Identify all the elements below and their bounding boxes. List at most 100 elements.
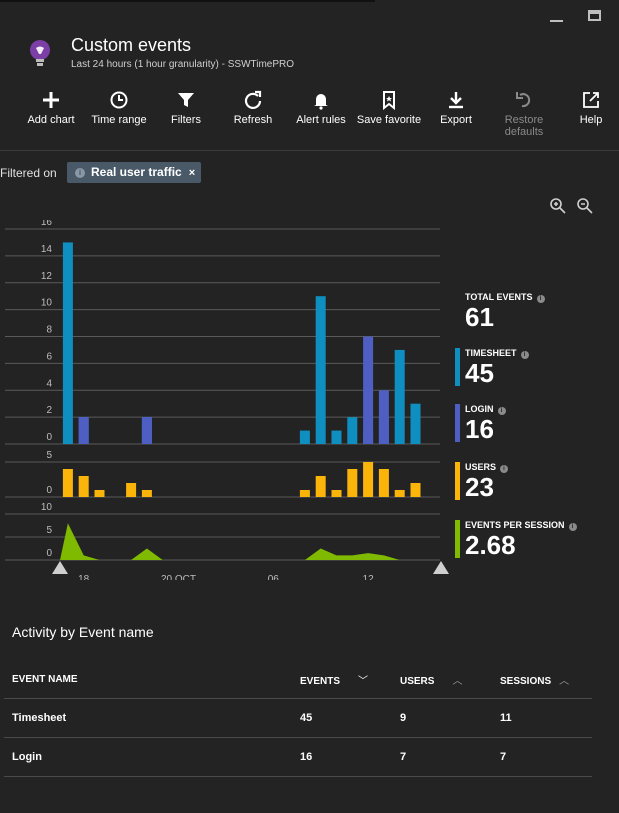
- save-favorite-label: Save favorite: [356, 114, 422, 126]
- y-tick-label: 6: [46, 351, 52, 362]
- cell-event-name: Login: [4, 737, 292, 777]
- column-events[interactable]: EVENTS ﹀: [292, 660, 392, 699]
- x-tick-label: 06: [268, 574, 280, 580]
- timesheet-color-bar: [455, 348, 460, 386]
- y-tick-label: 5: [46, 525, 52, 536]
- bell-icon: [286, 90, 356, 112]
- bar: [331, 430, 342, 444]
- eps-label: EVENTS PER SESSION: [465, 520, 565, 530]
- activity-table: EVENT NAME EVENTS ﹀ USERS ︿ SESSIONS ︿ Time…: [4, 660, 592, 777]
- bar: [141, 490, 152, 497]
- bar: [141, 417, 152, 444]
- zoom-in-icon[interactable]: [549, 197, 567, 215]
- y-tick-label: 10: [41, 298, 53, 309]
- cell-events: 45: [292, 698, 392, 738]
- range-start-handle: [52, 561, 68, 574]
- cell-events: 16: [292, 737, 392, 777]
- bar: [394, 349, 405, 444]
- info-icon: i: [497, 407, 506, 415]
- bar: [347, 417, 358, 444]
- bar: [94, 490, 105, 497]
- bar: [315, 296, 326, 444]
- time-range-label: Time range: [91, 114, 147, 126]
- undo-icon: [489, 90, 559, 112]
- x-tick-label: 20 OCT: [161, 574, 196, 580]
- filter-label: Filtered on: [0, 166, 57, 180]
- bar: [363, 336, 374, 444]
- cell-sessions: 11: [492, 698, 592, 738]
- bar: [62, 469, 73, 497]
- table-title: Activity by Event name: [12, 624, 154, 640]
- eps-value: 2.68: [465, 530, 516, 560]
- blade-title: Custom events: [71, 35, 192, 55]
- bar: [378, 469, 389, 497]
- users-value: 23: [465, 472, 494, 502]
- alert-rules-button[interactable]: Alert rules: [286, 90, 356, 126]
- total-events-value: 61: [465, 302, 494, 332]
- chevron-up-icon: ︿: [452, 675, 463, 687]
- bar: [347, 469, 358, 497]
- export-label: Export: [440, 114, 472, 126]
- info-icon: i: [75, 168, 85, 178]
- y-tick-label: 0: [46, 432, 52, 443]
- bar: [378, 390, 389, 444]
- time-range-button[interactable]: Time range: [84, 90, 154, 126]
- save-favorite-button[interactable]: Save favorite: [354, 90, 424, 126]
- blade-subtitle: Last 24 hours (1 hour granularity) - SSW…: [71, 59, 295, 70]
- maximize-button[interactable]: [588, 10, 601, 21]
- column-users[interactable]: USERS ︿: [392, 660, 492, 699]
- filter-chip-label: Real user traffic: [91, 165, 182, 179]
- bar: [410, 403, 421, 444]
- table-row[interactable]: Timesheet 45 9 11: [4, 698, 592, 738]
- export-button[interactable]: Export: [421, 90, 491, 126]
- bar: [78, 476, 89, 497]
- restore-defaults-button[interactable]: Restore defaults: [489, 90, 559, 138]
- cell-users: 7: [392, 737, 492, 777]
- login-label: LOGIN: [465, 404, 494, 414]
- table-row[interactable]: Login 16 7 7: [4, 737, 592, 777]
- events-chart[interactable]: 161412108642050105018 20 OCT 06 12: [0, 220, 450, 580]
- bar: [394, 490, 405, 497]
- eps-panel: 10 5 0 18 20 OCT 06 12: [5, 502, 440, 580]
- y-tick-label: 14: [41, 244, 53, 255]
- filters-button[interactable]: Filters: [151, 90, 221, 126]
- refresh-label: Refresh: [233, 114, 273, 126]
- y-tick-label: 5: [46, 450, 52, 461]
- bar: [410, 483, 421, 497]
- help-button[interactable]: Help: [556, 90, 619, 126]
- column-event-name[interactable]: EVENT NAME: [4, 660, 292, 699]
- column-events-label: EVENTS: [300, 675, 341, 687]
- restore-defaults-label: Restore defaults: [504, 114, 544, 138]
- zoom-out-icon[interactable]: [576, 197, 594, 215]
- total-events-label: TOTAL EVENTS: [465, 292, 533, 302]
- add-chart-button[interactable]: Add chart: [16, 90, 86, 126]
- info-icon: i: [500, 465, 509, 473]
- add-chart-label: Add chart: [27, 114, 75, 126]
- clock-icon: [84, 90, 154, 112]
- plus-icon: [16, 90, 86, 112]
- filter-chip[interactable]: i Real user traffic ×: [67, 162, 202, 183]
- filters-label: Filters: [171, 114, 201, 126]
- users-label: USERS: [465, 462, 497, 472]
- column-sessions[interactable]: SESSIONS ︿: [492, 660, 592, 699]
- users-color-bar: [455, 462, 460, 500]
- bar: [315, 476, 326, 497]
- info-icon: i: [520, 351, 529, 359]
- bar: [62, 242, 73, 444]
- bar: [331, 490, 342, 497]
- cell-sessions: 7: [492, 737, 592, 777]
- command-bar: Add chart Time range Filters Refresh Ale…: [0, 90, 619, 150]
- timesheet-label: TIMESHEET: [465, 348, 517, 358]
- y-tick-label: 0: [46, 548, 52, 559]
- y-tick-label: 2: [46, 405, 52, 416]
- y-tick-label: 10: [41, 502, 53, 513]
- minimize-button[interactable]: [550, 8, 564, 22]
- remove-filter-icon[interactable]: ×: [189, 167, 195, 179]
- login-value: 16: [465, 414, 494, 444]
- refresh-button[interactable]: Refresh: [218, 90, 288, 126]
- info-icon: i: [568, 523, 577, 531]
- window-top-border: [0, 0, 375, 2]
- table-header-row: EVENT NAME EVENTS ﹀ USERS ︿ SESSIONS ︿: [4, 660, 592, 699]
- column-users-label: USERS: [400, 675, 435, 687]
- area-series: [60, 523, 440, 560]
